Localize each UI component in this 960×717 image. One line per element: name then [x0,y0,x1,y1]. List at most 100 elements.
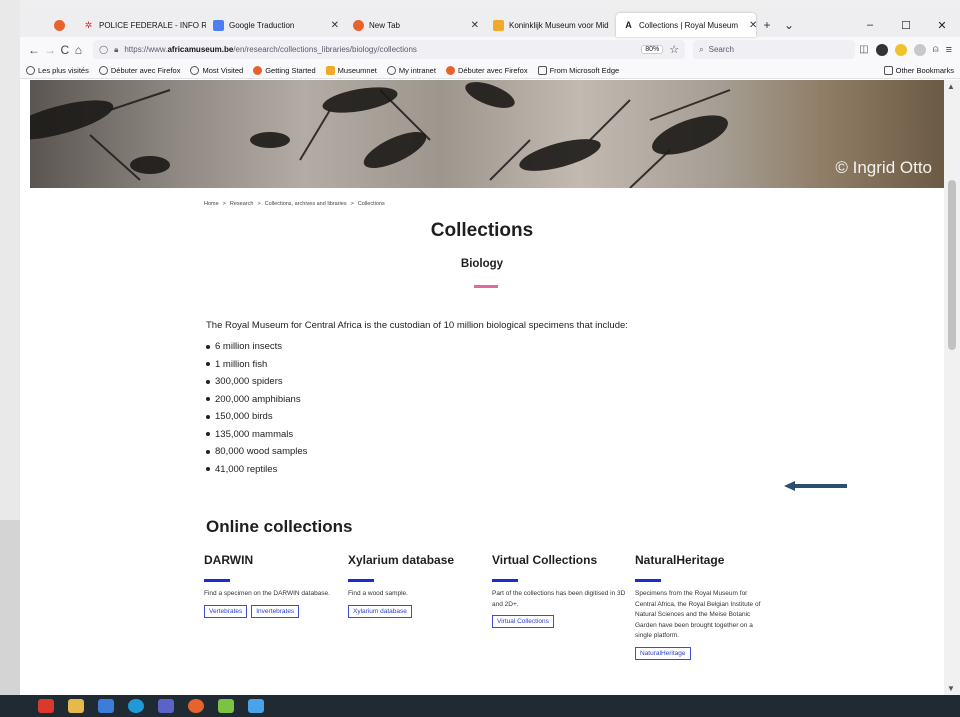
close-tab-icon[interactable]: ✕ [325,20,339,31]
close-window-button[interactable]: ✕ [924,19,960,32]
search-input[interactable]: ⌕ Search [693,40,856,59]
scroll-down-arrow-icon[interactable]: ▼ [947,684,955,693]
extension-icon[interactable] [875,43,888,56]
breadcrumb-collections-archives[interactable]: Collections, archives and libraries [265,201,347,207]
tab-new-tab[interactable]: New Tab ✕ [346,13,486,37]
collection-description: Find a wood sample. [348,590,408,597]
teams-icon[interactable] [98,699,114,713]
collection-links: Xylarium database [348,604,478,618]
bullet-icon [206,432,210,437]
tab-list-button[interactable]: ⌄ [778,13,800,37]
back-button[interactable]: ← [28,40,40,60]
firefox-icon[interactable] [188,699,204,713]
invertebrates-link[interactable]: Invertebrates [251,604,300,618]
bookmark-item[interactable]: My intranet [386,65,436,75]
acrobat-icon[interactable] [38,699,54,713]
notepad-icon[interactable] [218,699,234,713]
tab-koninklijk-museum[interactable]: Koninklijk Museum voor Mid ✕ [486,13,616,37]
bookmark-item[interactable]: Les plus visités [26,65,89,75]
file-explorer-icon[interactable] [68,699,84,713]
scrollbar-thumb[interactable] [948,180,956,350]
bookmark-item[interactable]: From Microsoft Edge [537,65,619,75]
bookmark-item[interactable]: Museumnet [325,65,377,75]
close-tab-icon[interactable]: ✕ [465,20,479,31]
google-translate-icon [213,19,224,31]
desktop-background-top [0,0,960,8]
minimize-button[interactable]: – [852,19,888,31]
tab-google-translate[interactable]: Google Traduction ✕ [206,13,346,37]
africamuseum-favicon-icon: A [625,19,632,30]
page-subtitle: Biology [460,258,504,270]
tab-label: POLICE FEDERALE - INFO RO [99,20,206,30]
account-icon[interactable]: ⍝ [933,44,939,55]
zoom-level-badge[interactable]: 80% [641,45,664,54]
list-item: 80,000 wood samples [206,443,307,461]
pocket-icon[interactable]: ◫ [859,44,868,55]
extension-icon[interactable] [894,43,907,56]
intro-text: The Royal Museum for Central Africa is t… [206,320,628,331]
collection-description: Part of the collections has been digitis… [492,590,626,608]
breadcrumb-collections: Collections [357,201,385,207]
maximize-button[interactable]: ☐ [888,19,924,32]
collection-divider [348,579,374,582]
bullet-icon [206,379,210,384]
address-bar[interactable]: ◯ 🔒︎ https://www.africamuseum.be/en/rese… [93,40,686,59]
home-button[interactable]: ⌂ [74,40,84,60]
browser-window: ✲ POLICE FEDERALE - INFO RO ✕ Google Tra… [20,8,960,695]
extension-icon[interactable] [913,43,926,56]
window-controls: – ☐ ✕ [852,13,960,37]
collection-divider [204,579,230,582]
collection-divider [635,579,661,582]
bullet-icon [206,362,210,367]
page-title: Collections [430,220,534,241]
scroll-up-arrow-icon[interactable]: ▲ [947,82,955,91]
breadcrumb-home[interactable]: Home [204,201,219,207]
search-icon: ⌕ [699,44,704,54]
museumnet-icon [325,65,335,75]
list-item: 41,000 reptiles [206,461,307,479]
globe-icon [98,65,108,75]
virtual-collections-link[interactable]: Virtual Collections [492,615,554,628]
page-viewport: © Ingrid Otto Home > Research > Collecti… [20,80,944,695]
new-tab-button[interactable]: + [756,13,778,37]
naturalheritage-link[interactable]: NaturalHeritage [635,646,691,660]
vertebrates-link[interactable]: Vertebrates [204,604,248,618]
collection-divider [492,579,518,582]
menu-icon[interactable]: ≡ [946,44,952,56]
collection-card-darwin: DARWIN Find a specimen on the DARWIN dat… [204,553,334,618]
bookmark-star-icon[interactable]: ☆ [669,43,679,56]
bookmark-item[interactable]: Getting Started [253,65,316,75]
snipping-tool-icon[interactable] [248,699,264,713]
xylarium-database-link[interactable]: Xylarium database [348,604,412,618]
tab-label: Google Traduction [229,20,295,30]
list-item: 150,000 birds [206,408,307,426]
firefox-view-tab[interactable] [42,13,76,37]
tab-collections-royal-museum[interactable]: A Collections | Royal Museum ✕ [616,13,756,37]
edge-icon[interactable] [128,699,144,713]
forward-button[interactable]: → [44,40,56,60]
breadcrumb-separator: > [350,201,354,207]
page-scrollbar[interactable]: ▲ ▼ [944,80,960,695]
breadcrumb-research[interactable]: Research [230,201,254,207]
bookmark-item[interactable]: Débuter avec Firefox [98,65,180,75]
bullet-icon [206,467,210,472]
teams-meeting-icon[interactable] [158,699,174,713]
globe-icon [386,65,396,75]
collection-links: NaturalHeritage [635,646,765,660]
toolbar-extensions: ◫ ⍝ ≡ [859,43,952,56]
close-tab-icon[interactable]: ✕ [743,20,756,31]
list-item: 6 million insects [206,338,307,356]
breadcrumb-separator: > [222,201,226,207]
bullet-icon [206,414,210,419]
reload-button[interactable]: C [60,40,70,60]
hero-banner-image: © Ingrid Otto [30,80,944,188]
navigation-bar: ← → C ⌂ ◯ 🔒︎ https://www.africamuseum.be… [20,37,960,62]
collection-links: Virtual Collections [492,615,622,628]
bookmark-item[interactable]: Most Visited [190,65,243,75]
collection-title: DARWIN [204,553,254,567]
firefox-icon [53,19,65,31]
other-bookmarks[interactable]: Other Bookmarks [883,65,954,75]
bookmark-item[interactable]: Débuter avec Firefox [445,65,528,75]
tab-police-federale[interactable]: ✲ POLICE FEDERALE - INFO RO ✕ [76,13,206,37]
collection-title: NaturalHeritage [635,553,725,567]
